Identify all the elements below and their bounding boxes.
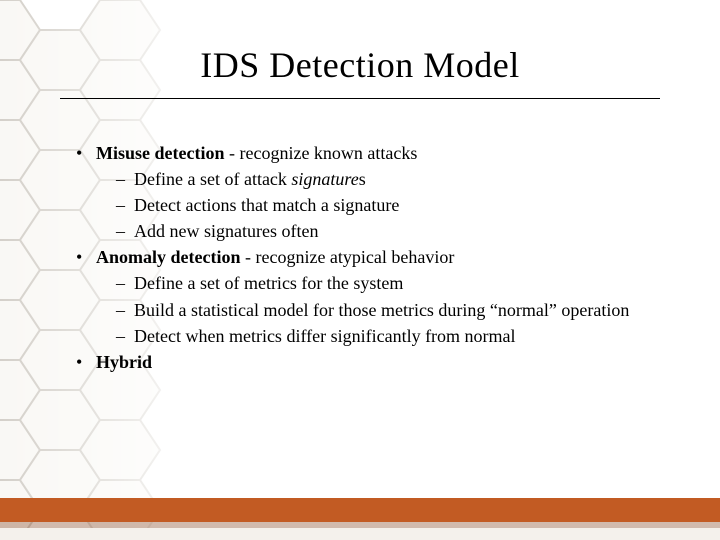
bullet-misuse: Misuse detection - recognize known attac… (70, 140, 660, 244)
sub-item: Detect when metrics differ significantly… (110, 323, 660, 349)
sub-text: s (359, 169, 366, 189)
bullet-anomaly: Anomaly detection - recognize atypical b… (70, 244, 660, 348)
slide-body: Misuse detection - recognize known attac… (70, 140, 660, 375)
footer-bar-shadow (0, 522, 720, 528)
bullet-hybrid: Hybrid (70, 349, 660, 375)
sub-text: Detect actions that match a signature (134, 195, 399, 215)
slide-title: IDS Detection Model (0, 44, 720, 86)
sub-text: Define a set of attack (134, 169, 291, 189)
sub-item: Define a set of attack signatures (110, 166, 660, 192)
sub-text: Detect when metrics differ significantly… (134, 326, 516, 346)
sub-item: Define a set of metrics for the system (110, 270, 660, 296)
bullet-bold: Anomaly detection (96, 247, 240, 267)
sub-text: Define a set of metrics for the system (134, 273, 403, 293)
bullet-rest: - recognize atypical behavior (240, 247, 454, 267)
sub-italic: signature (291, 169, 358, 189)
slide: IDS Detection Model Misuse detection - r… (0, 0, 720, 540)
bullet-bold: Misuse detection (96, 143, 224, 163)
bullet-rest: - recognize known attacks (224, 143, 417, 163)
bullet-bold: Hybrid (96, 352, 152, 372)
footer-background (0, 528, 720, 540)
sub-item: Detect actions that match a signature (110, 192, 660, 218)
sub-text: Build a statistical model for those metr… (134, 300, 629, 320)
sub-text: Add new signatures often (134, 221, 318, 241)
sub-item: Add new signatures often (110, 218, 660, 244)
sub-item: Build a statistical model for those metr… (110, 297, 660, 323)
title-underline (60, 98, 660, 99)
footer-accent-bar (0, 498, 720, 522)
